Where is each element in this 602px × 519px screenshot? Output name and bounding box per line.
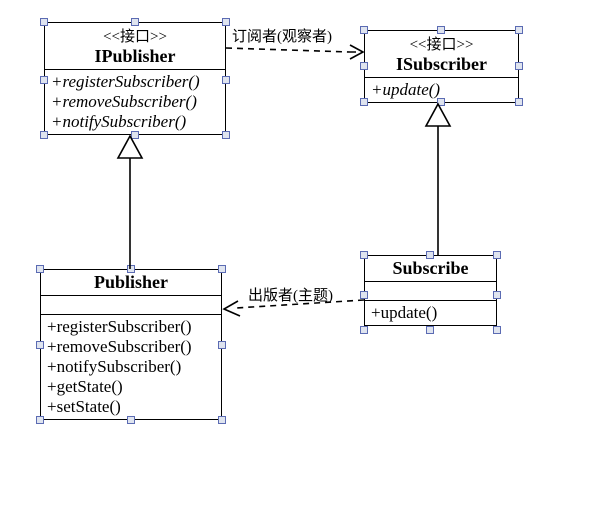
operation: +update() bbox=[371, 303, 490, 323]
stereotype: <<接口>> bbox=[51, 25, 219, 46]
stereotype: <<接口>> bbox=[371, 33, 512, 54]
selection-handle bbox=[222, 18, 230, 26]
selection-handle bbox=[40, 18, 48, 26]
operations: +registerSubscriber() +removeSubscriber(… bbox=[41, 314, 221, 419]
operation: +registerSubscriber() bbox=[47, 317, 215, 337]
selection-handle bbox=[36, 265, 44, 273]
operation: +getState() bbox=[47, 377, 215, 397]
edge-label-subscriber: 订阅者(观察者) bbox=[232, 25, 332, 46]
selection-handle bbox=[360, 251, 368, 259]
selection-handle bbox=[127, 265, 135, 273]
operation: +removeSubscriber() bbox=[51, 92, 219, 112]
selection-handle bbox=[36, 416, 44, 424]
selection-handle bbox=[360, 62, 368, 70]
class-ipublisher[interactable]: <<接口>> IPublisher +registerSubscriber() … bbox=[44, 22, 226, 135]
selection-handle bbox=[131, 18, 139, 26]
selection-handle bbox=[493, 291, 501, 299]
selection-handle bbox=[493, 251, 501, 259]
class-publisher[interactable]: Publisher +registerSubscriber() +removeS… bbox=[40, 269, 222, 420]
diagram-canvas: <<接口>> IPublisher +registerSubscriber() … bbox=[0, 0, 602, 519]
operation: +removeSubscriber() bbox=[47, 337, 215, 357]
selection-handle bbox=[515, 62, 523, 70]
selection-handle bbox=[493, 326, 501, 334]
edge-subscribe-realizes-isubscriber bbox=[426, 104, 450, 255]
selection-handle bbox=[360, 26, 368, 34]
operation: +setState() bbox=[47, 397, 215, 417]
operation: +registerSubscriber() bbox=[51, 72, 219, 92]
class-name: ISubscriber bbox=[371, 54, 512, 75]
selection-handle bbox=[218, 341, 226, 349]
attributes bbox=[41, 295, 221, 314]
selection-handle bbox=[218, 416, 226, 424]
edge-ipublisher-to-isubscriber bbox=[226, 45, 363, 59]
selection-handle bbox=[360, 98, 368, 106]
selection-handle bbox=[127, 416, 135, 424]
selection-handle bbox=[426, 326, 434, 334]
selection-handle bbox=[515, 26, 523, 34]
operation: +notifySubscriber() bbox=[51, 112, 219, 132]
selection-handle bbox=[218, 265, 226, 273]
class-name: Publisher bbox=[47, 272, 215, 293]
selection-handle bbox=[515, 98, 523, 106]
selection-handle bbox=[437, 26, 445, 34]
selection-handle bbox=[360, 326, 368, 334]
edge-publisher-realizes-ipublisher bbox=[118, 136, 142, 269]
edge-label-publisher: 出版者(主题) bbox=[248, 284, 333, 305]
class-name: Subscribe bbox=[371, 258, 490, 279]
selection-handle bbox=[426, 251, 434, 259]
class-subscribe[interactable]: Subscribe +update() bbox=[364, 255, 497, 326]
selection-handle bbox=[222, 76, 230, 84]
operations: +update() bbox=[365, 300, 496, 325]
selection-handle bbox=[36, 341, 44, 349]
class-isubscriber[interactable]: <<接口>> ISubscriber +update() bbox=[364, 30, 519, 103]
selection-handle bbox=[131, 131, 139, 139]
attributes bbox=[365, 281, 496, 300]
selection-handle bbox=[40, 131, 48, 139]
selection-handle bbox=[437, 98, 445, 106]
operation: +notifySubscriber() bbox=[47, 357, 215, 377]
operation: +update() bbox=[371, 80, 512, 100]
selection-handle bbox=[40, 76, 48, 84]
selection-handle bbox=[222, 131, 230, 139]
class-name: IPublisher bbox=[51, 46, 219, 67]
selection-handle bbox=[360, 291, 368, 299]
operations: +registerSubscriber() +removeSubscriber(… bbox=[45, 69, 225, 134]
